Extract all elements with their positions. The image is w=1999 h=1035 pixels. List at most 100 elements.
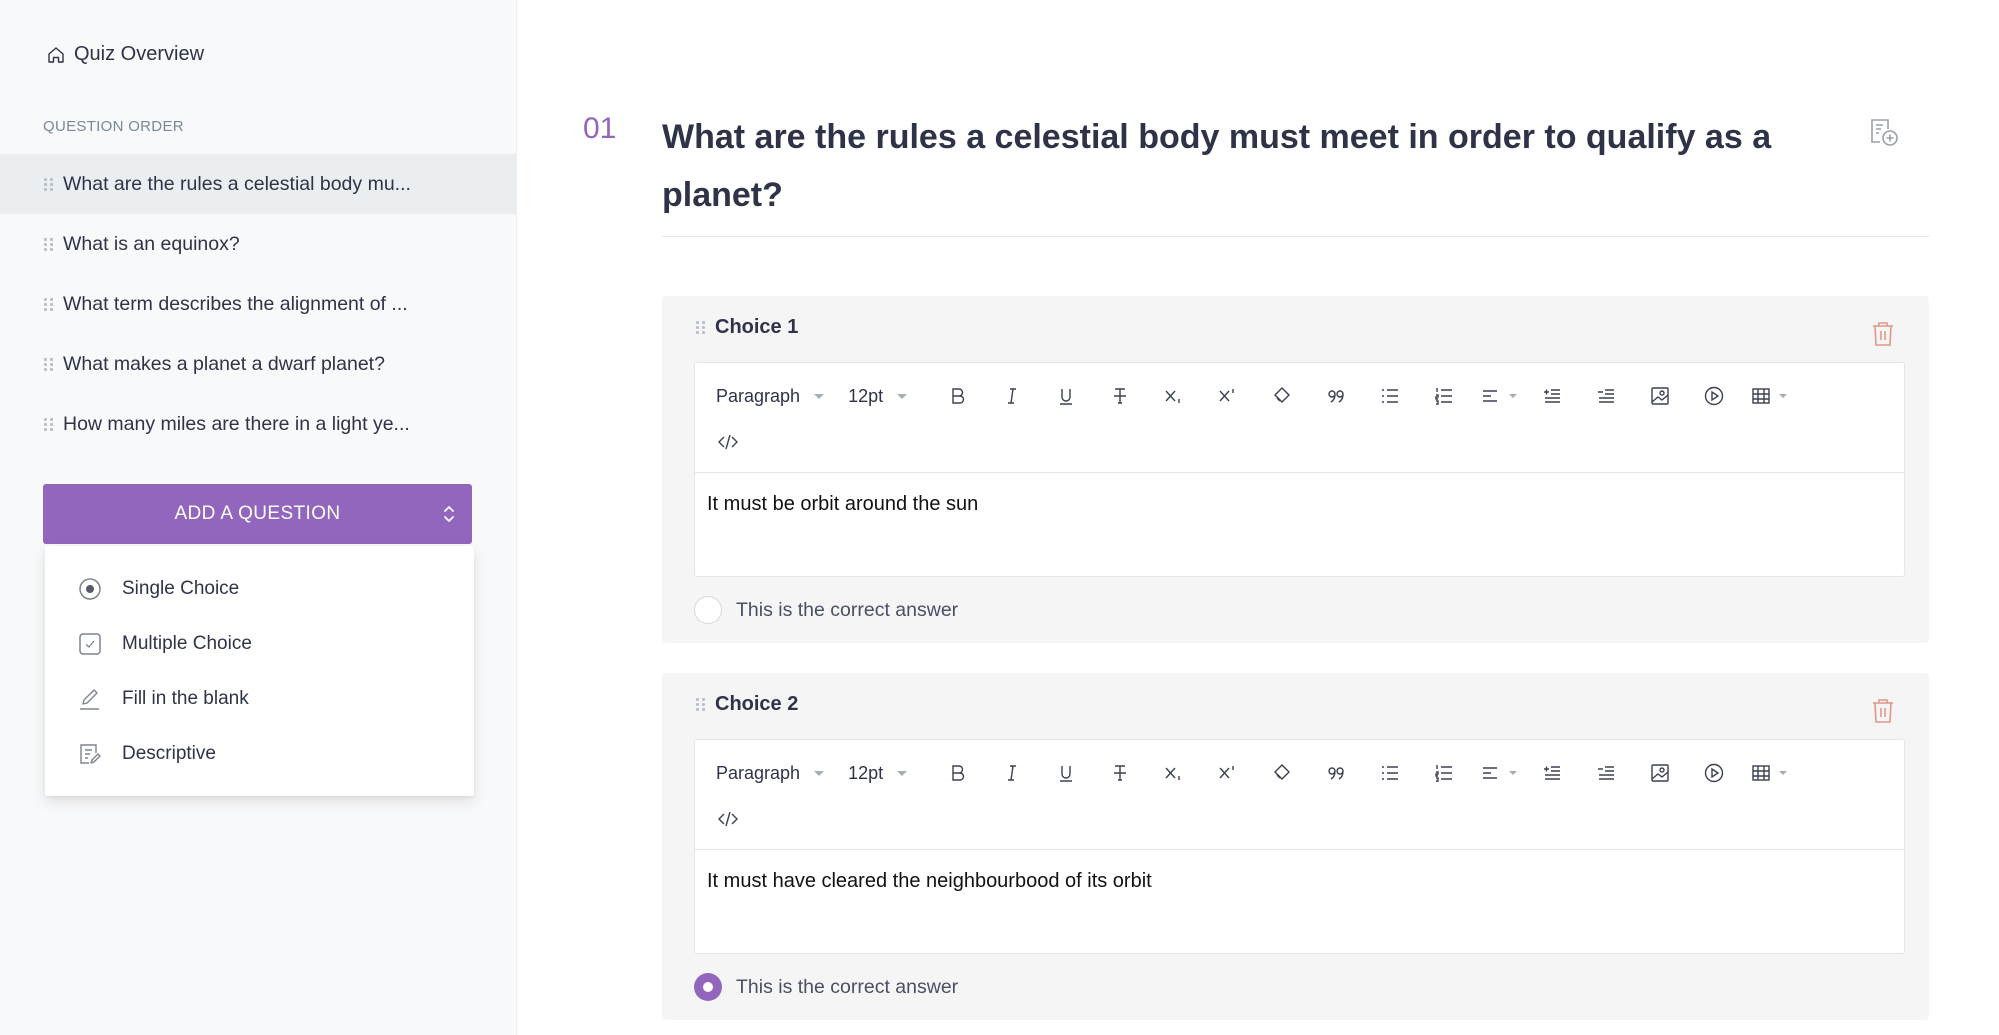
numbered-list-button[interactable] — [1417, 756, 1471, 790]
descriptive-icon — [80, 743, 101, 764]
drag-handle-icon[interactable] — [44, 357, 53, 371]
clear-format-button[interactable] — [1255, 379, 1309, 413]
indent-button[interactable] — [1525, 379, 1579, 413]
font-size-select[interactable]: 12pt — [848, 763, 908, 784]
add-note-icon[interactable] — [1866, 114, 1902, 150]
align-left-icon — [1483, 767, 1498, 779]
question-list-item[interactable]: What term describes the alignment of ... — [0, 274, 516, 334]
drag-handle-icon[interactable] — [44, 177, 53, 191]
insert-media-button[interactable] — [1687, 379, 1741, 413]
drag-handle-icon[interactable] — [44, 417, 53, 431]
choice-card: Choice 1 Paragraph 12pt It must be orbit… — [662, 296, 1929, 643]
strikethrough-button[interactable] — [1093, 756, 1147, 790]
insert-table-button[interactable] — [1741, 379, 1795, 413]
insert-media-button[interactable] — [1687, 756, 1741, 790]
code-icon — [718, 811, 738, 827]
menu-item-single-choice[interactable]: Single Choice — [45, 561, 474, 616]
insert-table-button[interactable] — [1741, 756, 1795, 790]
source-code-button[interactable] — [716, 425, 740, 459]
correct-answer-radio[interactable] — [694, 973, 722, 1001]
quiz-overview-label: Quiz Overview — [74, 43, 205, 65]
italic-icon — [1008, 765, 1017, 781]
checkbox-icon — [79, 632, 101, 655]
table-icon — [1752, 765, 1770, 781]
superscript-button[interactable] — [1201, 756, 1255, 790]
bullet-list-button[interactable] — [1363, 756, 1417, 790]
question-list-label: What are the rules a celestial body mu..… — [63, 172, 411, 195]
question-list-item[interactable]: How many miles are there in a light ye..… — [0, 394, 516, 454]
correct-answer-option[interactable]: This is the correct answer — [694, 596, 958, 624]
clear-format-button[interactable] — [1255, 756, 1309, 790]
align-button[interactable] — [1471, 756, 1525, 790]
subscript-button[interactable] — [1147, 379, 1201, 413]
superscript-icon — [1219, 389, 1234, 402]
strikethrough-button[interactable] — [1093, 379, 1147, 413]
choice-text[interactable]: It must be orbit around the sun — [707, 493, 978, 516]
correct-answer-radio[interactable] — [694, 596, 722, 624]
question-list: What are the rules a celestial body mu..… — [0, 154, 516, 454]
choice-label: Choice 1 — [715, 316, 799, 338]
blockquote-button[interactable] — [1309, 379, 1363, 413]
trash-icon[interactable] — [1870, 697, 1896, 725]
pencil-icon — [80, 688, 99, 710]
menu-item-fill-in-the-blank[interactable]: Fill in the blank — [45, 671, 474, 726]
numbered-list-button[interactable] — [1417, 379, 1471, 413]
insert-image-button[interactable] — [1633, 379, 1687, 413]
question-number: 01 — [583, 112, 617, 145]
menu-item-label: Fill in the blank — [122, 687, 249, 709]
strikethrough-icon — [1114, 765, 1127, 781]
trash-icon[interactable] — [1870, 320, 1896, 348]
underline-button[interactable] — [1039, 379, 1093, 413]
home-icon — [48, 46, 64, 63]
bullet-list-button[interactable] — [1363, 379, 1417, 413]
code-icon — [718, 434, 738, 450]
menu-item-descriptive[interactable]: Descriptive — [45, 726, 474, 781]
choice-text[interactable]: It must have cleared the neighbourbood o… — [707, 870, 1152, 893]
italic-icon — [1008, 388, 1017, 404]
align-left-icon — [1483, 390, 1498, 402]
play-icon — [1704, 386, 1724, 406]
drag-handle-icon[interactable] — [44, 297, 53, 311]
superscript-icon — [1219, 766, 1234, 779]
underline-icon — [1060, 766, 1073, 782]
drag-handle-icon[interactable] — [696, 698, 705, 711]
image-icon — [1651, 764, 1669, 782]
insert-image-button[interactable] — [1633, 756, 1687, 790]
drag-handle-icon[interactable] — [44, 237, 53, 251]
drag-handle-icon[interactable] — [696, 321, 705, 334]
block-format-value: Paragraph — [716, 762, 801, 783]
underline-button[interactable] — [1039, 756, 1093, 790]
indent-button[interactable] — [1525, 756, 1579, 790]
question-list-label: What makes a planet a dwarf planet? — [63, 352, 385, 375]
outdent-button[interactable] — [1579, 379, 1633, 413]
choice-header: Choice 2 — [696, 693, 798, 716]
question-title[interactable]: What are the rules a celestial body must… — [662, 108, 1832, 224]
bold-button[interactable] — [931, 379, 985, 413]
subscript-icon — [1165, 390, 1180, 403]
font-size-select[interactable]: 12pt — [848, 386, 908, 407]
outdent-button[interactable] — [1579, 756, 1633, 790]
subscript-button[interactable] — [1147, 756, 1201, 790]
add-question-button[interactable]: ADD A QUESTION — [43, 484, 472, 544]
align-button[interactable] — [1471, 379, 1525, 413]
correct-answer-option[interactable]: This is the correct answer — [694, 973, 958, 1001]
quote-icon — [1328, 767, 1344, 780]
block-format-select[interactable]: Paragraph — [716, 386, 825, 407]
question-list-item[interactable]: What is an equinox? — [0, 214, 516, 274]
question-list-item[interactable]: What are the rules a celestial body mu..… — [0, 154, 516, 214]
numbered-list-icon — [1435, 388, 1453, 405]
strikethrough-icon — [1114, 388, 1127, 404]
correct-answer-label: This is the correct answer — [736, 598, 959, 621]
quiz-overview-link[interactable]: Quiz Overview — [46, 43, 204, 66]
block-format-select[interactable]: Paragraph — [716, 762, 825, 784]
blockquote-button[interactable] — [1309, 756, 1363, 790]
source-code-button[interactable] — [716, 802, 740, 836]
italic-button[interactable] — [985, 756, 1039, 790]
menu-item-multiple-choice[interactable]: Multiple Choice — [45, 616, 474, 671]
image-icon — [1651, 387, 1669, 405]
italic-button[interactable] — [985, 379, 1039, 413]
quote-icon — [1328, 390, 1344, 403]
question-list-item[interactable]: What makes a planet a dwarf planet? — [0, 334, 516, 394]
bold-button[interactable] — [931, 756, 985, 790]
superscript-button[interactable] — [1201, 379, 1255, 413]
